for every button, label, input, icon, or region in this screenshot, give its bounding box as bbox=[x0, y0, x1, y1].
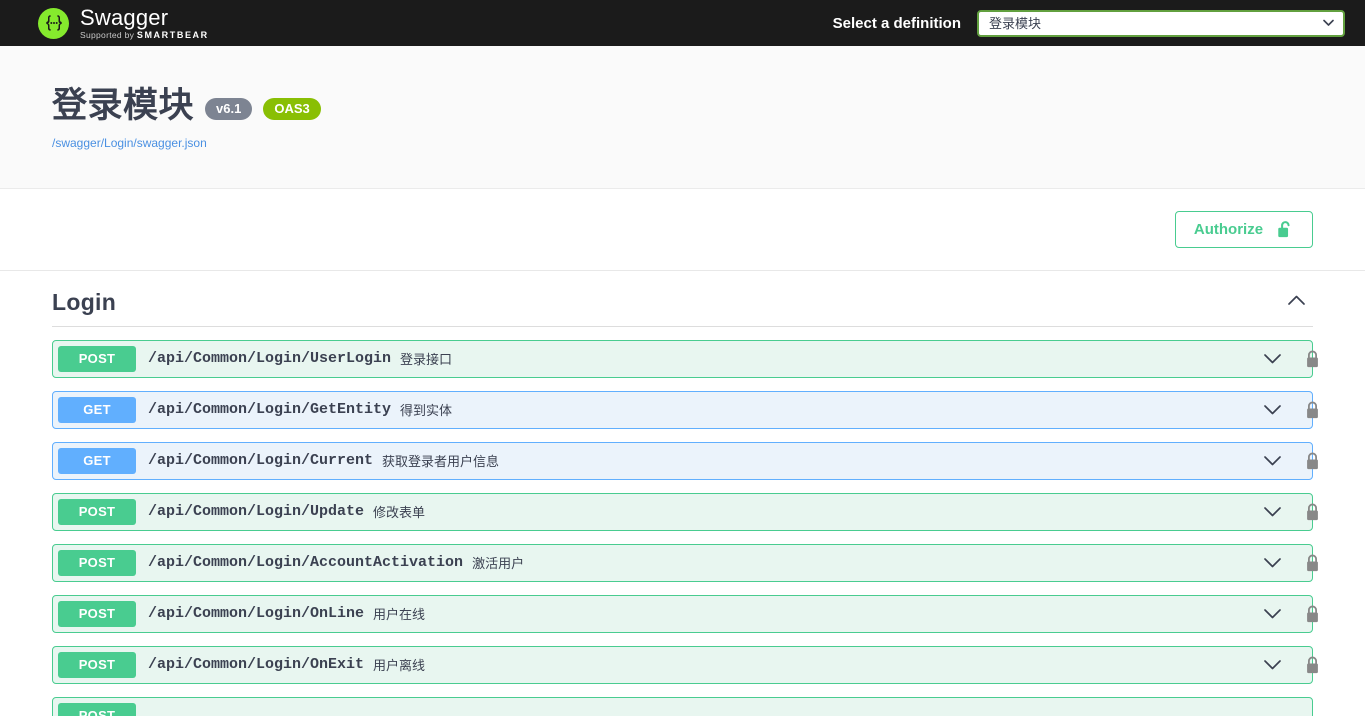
operations-section: Login POST /api/Common/Login/UserLogin 登… bbox=[0, 270, 1365, 716]
operation-controls bbox=[1251, 659, 1282, 671]
method-badge: POST bbox=[58, 549, 136, 576]
table-row[interactable]: POST /api/Common/Login/AccountActivation… bbox=[52, 543, 1318, 582]
api-info-band: 登录模块 v6.1 OAS3 /swagger/Login/swagger.js… bbox=[0, 46, 1365, 189]
operation-path: /api/Common/Login/GetEntity bbox=[148, 401, 392, 419]
authorize-button[interactable]: Authorize bbox=[1175, 210, 1313, 248]
operation-list: POST /api/Common/Login/UserLogin 登录接口 GE… bbox=[0, 327, 1365, 716]
locked-padlock-icon[interactable] bbox=[1305, 401, 1320, 419]
operation-path: /api/Common/Login/OnExit bbox=[148, 656, 365, 674]
table-row[interactable]: GET /api/Common/Login/GetEntity 得到实体 bbox=[52, 390, 1318, 429]
table-row[interactable]: POST bbox=[52, 696, 1313, 716]
operation-controls bbox=[1251, 608, 1282, 620]
chevron-down-icon[interactable] bbox=[1263, 659, 1282, 671]
locked-padlock-icon[interactable] bbox=[1305, 656, 1320, 674]
operation-controls bbox=[1251, 506, 1282, 518]
authorize-button-label: Authorize bbox=[1193, 220, 1264, 238]
table-row[interactable]: POST /api/Common/Login/Update 修改表单 bbox=[52, 492, 1318, 531]
operation-path: /api/Common/Login/Current bbox=[148, 452, 374, 470]
chevron-down-icon[interactable] bbox=[1263, 608, 1282, 620]
method-badge: GET bbox=[58, 447, 136, 474]
brand-company-name: SMARTBEAR bbox=[136, 30, 209, 40]
definition-select[interactable]: 登录模块 bbox=[977, 9, 1345, 37]
method-badge: POST bbox=[58, 345, 136, 372]
operation-summary: 修改表单 bbox=[373, 505, 426, 521]
operation-path: /api/Common/Login/Update bbox=[148, 503, 365, 521]
oas-badge: OAS3 bbox=[263, 98, 321, 121]
operation-summary: 用户在线 bbox=[373, 607, 426, 623]
authorize-band: Authorize bbox=[0, 188, 1365, 271]
locked-padlock-icon[interactable] bbox=[1305, 605, 1320, 623]
chevron-down-icon[interactable] bbox=[1263, 455, 1282, 467]
locked-padlock-icon[interactable] bbox=[1305, 503, 1320, 521]
definition-label: Select a definition bbox=[832, 14, 961, 32]
swagger-brand[interactable]: Swagger Supported by SMARTBEAR bbox=[38, 6, 209, 40]
page-title: 登录模块 bbox=[52, 86, 195, 125]
locked-padlock-icon[interactable] bbox=[1305, 554, 1320, 572]
brand-subtitle: Supported by SMARTBEAR bbox=[80, 31, 209, 40]
brand-title: Swagger bbox=[80, 5, 169, 30]
chevron-down-icon[interactable] bbox=[1263, 353, 1282, 365]
method-badge: POST bbox=[58, 702, 136, 716]
chevron-up-icon[interactable] bbox=[1287, 293, 1313, 311]
operation-controls bbox=[1251, 455, 1282, 467]
locked-padlock-icon[interactable] bbox=[1305, 350, 1320, 368]
version-badge: v6.1 bbox=[205, 98, 253, 121]
operation-summary: 激活用户 bbox=[472, 556, 525, 572]
brand-supported-by-text: Supported by bbox=[80, 30, 135, 40]
locked-padlock-icon[interactable] bbox=[1305, 452, 1320, 470]
api-title-row: 登录模块 v6.1 OAS3 bbox=[52, 86, 1313, 125]
operation-path: /api/Common/Login/UserLogin bbox=[148, 350, 392, 368]
definition-select-wrapper: 登录模块 bbox=[977, 9, 1345, 37]
tag-name: Login bbox=[52, 288, 117, 315]
method-badge: POST bbox=[58, 600, 136, 627]
operation-summary: 获取登录者用户信息 bbox=[382, 454, 500, 470]
definition-selector-group: Select a definition 登录模块 bbox=[832, 9, 1345, 37]
chevron-down-icon[interactable] bbox=[1263, 557, 1282, 569]
table-row[interactable]: POST /api/Common/Login/OnLine 用户在线 bbox=[52, 594, 1318, 633]
chevron-down-icon[interactable] bbox=[1263, 404, 1282, 416]
chevron-down-icon[interactable] bbox=[1263, 506, 1282, 518]
operation-controls bbox=[1251, 404, 1282, 416]
operation-path: /api/Common/Login/AccountActivation bbox=[148, 554, 464, 572]
operation-controls bbox=[1251, 557, 1282, 569]
operation-summary: 得到实体 bbox=[400, 403, 453, 419]
table-row[interactable]: POST /api/Common/Login/OnExit 用户离线 bbox=[52, 645, 1318, 684]
operation-summary: 用户离线 bbox=[373, 658, 426, 674]
method-badge: GET bbox=[58, 396, 136, 423]
method-badge: POST bbox=[58, 651, 136, 678]
swagger-braces-icon bbox=[38, 7, 69, 39]
tag-header-login[interactable]: Login bbox=[52, 289, 1313, 327]
method-badge: POST bbox=[58, 498, 136, 525]
operation-path: /api/Common/Login/OnLine bbox=[148, 605, 365, 623]
table-row[interactable]: POST /api/Common/Login/UserLogin 登录接口 bbox=[52, 339, 1318, 378]
spec-url-link[interactable]: /swagger/Login/swagger.json bbox=[52, 136, 207, 150]
unlocked-padlock-icon bbox=[1278, 220, 1290, 237]
operation-controls bbox=[1251, 353, 1282, 365]
table-row[interactable]: GET /api/Common/Login/Current 获取登录者用户信息 bbox=[52, 441, 1318, 480]
operation-summary: 登录接口 bbox=[400, 352, 453, 368]
top-bar: Swagger Supported by SMARTBEAR Select a … bbox=[0, 0, 1365, 46]
